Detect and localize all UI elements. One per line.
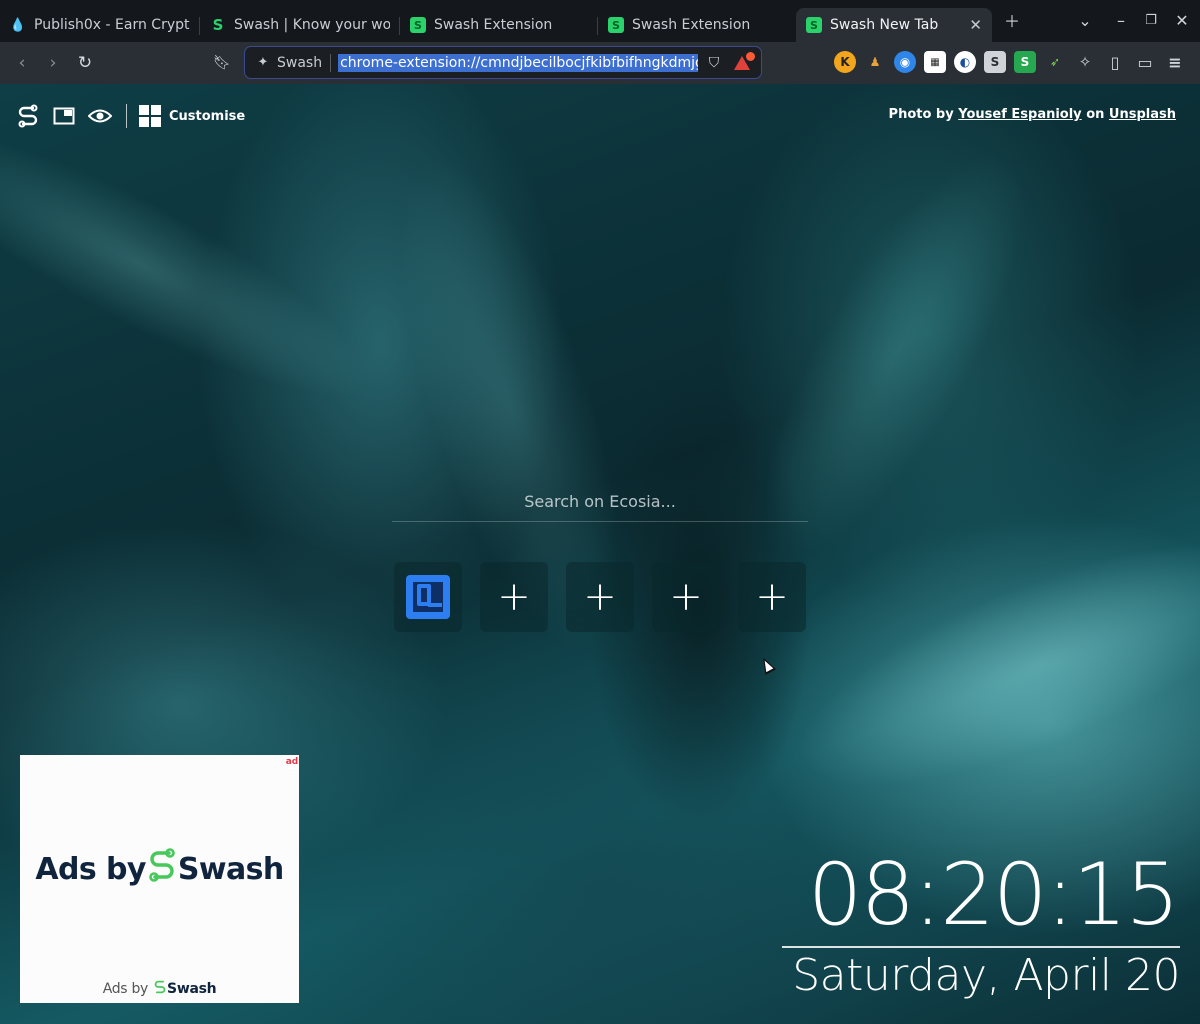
hamburger-menu-icon[interactable]: ≡ [1164, 51, 1186, 73]
rocket-icon[interactable]: ➶ [1044, 51, 1066, 73]
tab-swash-extension-1[interactable]: S Swash Extension [400, 8, 598, 42]
ad-choices-icon[interactable]: ad [285, 755, 299, 769]
tab-strip: 💧 Publish0x - Earn Crypto fo S Swash | K… [0, 0, 1200, 42]
extensions-puzzle-icon[interactable]: ✧ [1074, 51, 1096, 73]
swash-s-icon: S [410, 17, 426, 33]
tab-swash-know-your-worth[interactable]: S Swash | Know your worth [200, 8, 400, 42]
back-button[interactable]: ‹ [10, 51, 34, 75]
swash-s-icon: S [212, 16, 224, 34]
clock-time: 08:20:15 [807, 845, 1180, 945]
unsplash-link[interactable]: Unsplash [1109, 107, 1176, 122]
add-shortcut-button[interactable]: + [566, 562, 634, 632]
address-bar[interactable]: ✦ Swash chrome-extension://cmndjbecilboc… [244, 46, 762, 79]
toolbar: ‹ › ↻ 🔖︎ ✦ Swash chrome-extension://cmnd… [0, 42, 1200, 84]
new-tab-page: Customise Photo by Yousef Espanioly on U… [0, 84, 1200, 1024]
add-shortcut-button[interactable]: + [652, 562, 720, 632]
tab-title: Swash Extension [434, 17, 553, 33]
forward-button[interactable]: › [41, 51, 65, 75]
ad-footer: Ads by Swash [102, 979, 217, 999]
brave-rewards-icon[interactable] [733, 52, 755, 73]
mouse-cursor-icon [757, 655, 777, 675]
swash-extension-icon[interactable]: S [984, 51, 1006, 73]
top-toolbar: Customise [16, 104, 245, 128]
search-input[interactable] [392, 492, 808, 511]
swash-s-icon: S [806, 17, 822, 33]
ad-banner[interactable]: ad Ads by Swash Ads by Swash [20, 755, 299, 1003]
extension-icon-2[interactable]: ♟ [864, 51, 886, 73]
wallet-icon[interactable]: ▭ [1134, 51, 1156, 73]
customise-button[interactable]: Customise [139, 105, 245, 127]
droplet-icon: 💧 [9, 17, 27, 33]
window-close-button[interactable]: ✕ [1170, 8, 1194, 32]
tab-title: Swash New Tab [830, 17, 939, 33]
shortcut-publish0x[interactable] [394, 562, 462, 632]
tab-swash-extension-2[interactable]: S Swash Extension [598, 8, 796, 42]
clock-date: Saturday, April 20 [792, 950, 1180, 1001]
ad-headline: Ads by Swash [20, 847, 299, 892]
tab-title: Swash | Know your worth [234, 17, 390, 33]
publish0x-logo-icon [406, 575, 450, 619]
tab-search-chevron-icon[interactable]: ⌄ [1073, 8, 1097, 32]
swash-s-icon: S [608, 17, 624, 33]
swash-logo-icon[interactable] [16, 104, 40, 128]
photo-credit: Photo by Yousef Espanioly on Unsplash [888, 107, 1176, 122]
clock-divider [782, 946, 1180, 948]
swash-green-extension-icon[interactable]: S [1014, 51, 1036, 73]
sidebar-icon[interactable]: ▯ [1104, 51, 1126, 73]
search-box [392, 482, 808, 522]
reload-button[interactable]: ↻ [73, 51, 97, 75]
tab-title: Publish0x - Earn Crypto fo [34, 17, 190, 33]
add-shortcut-button[interactable]: + [480, 562, 548, 632]
customise-label: Customise [169, 108, 246, 124]
photographer-link[interactable]: Yousef Espanioly [958, 107, 1081, 122]
tab-swash-new-tab[interactable]: S Swash New Tab ✕ [796, 8, 992, 42]
omnibox-extension-label: Swash [277, 54, 323, 71]
grid-icon [139, 105, 161, 127]
picture-in-picture-icon[interactable] [52, 104, 76, 128]
brave-shields-icon[interactable]: ⛉ [705, 54, 723, 72]
new-tab-button[interactable]: ＋ [1000, 8, 1024, 32]
extension-icon-1[interactable]: K [834, 51, 856, 73]
url-text[interactable]: chrome-extension://cmndjbecilbocjfkibfbi… [338, 53, 699, 72]
swash-logo-icon [154, 979, 166, 999]
tab-title: Swash Extension [632, 17, 751, 33]
puzzle-piece-icon: ✦ [257, 55, 269, 70]
bookmark-icon[interactable]: 🔖︎ [210, 51, 234, 75]
shortcut-tiles: + + + + [394, 562, 806, 632]
tab-publish0x[interactable]: 💧 Publish0x - Earn Crypto fo [0, 8, 200, 42]
extension-icon-3[interactable]: ◉ [894, 51, 916, 73]
minimize-button[interactable]: – [1109, 8, 1133, 32]
eye-icon[interactable] [88, 104, 112, 128]
extension-icon-5[interactable]: ◐ [954, 51, 976, 73]
add-shortcut-button[interactable]: + [738, 562, 806, 632]
qr-code-icon[interactable]: ▦ [924, 51, 946, 73]
restore-button[interactable]: ❐ [1139, 8, 1163, 32]
extension-icons: K ♟ ◉ ▦ ◐ S S ➶ ✧ ▯ ▭ ≡ [834, 51, 1194, 73]
swash-logo-icon [149, 847, 175, 892]
close-tab-icon[interactable]: ✕ [959, 16, 982, 34]
